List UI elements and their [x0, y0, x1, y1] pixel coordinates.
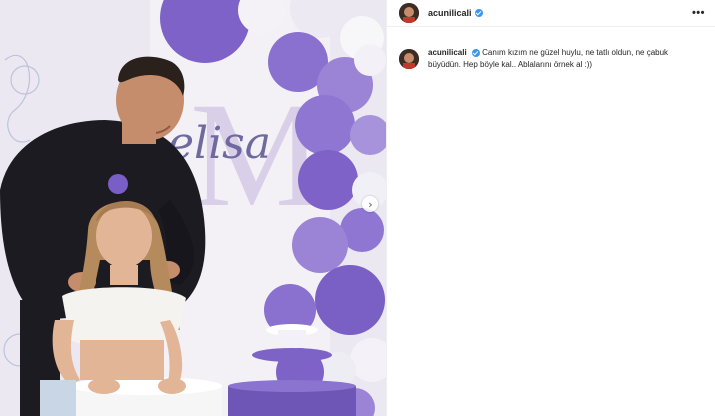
photo-scene: M elisa: [0, 0, 386, 416]
caption-username[interactable]: acunilicali: [428, 48, 467, 57]
post-photo[interactable]: M elisa ›: [0, 0, 386, 416]
post-sidebar: acunilicali ••• acunilicali Canım kızım …: [386, 0, 715, 416]
post-header: acunilicali •••: [387, 0, 715, 27]
caption-comment: acunilicali Canım kızım ne güzel huylu, …: [387, 27, 715, 71]
username-link[interactable]: acunilicali: [428, 8, 472, 18]
avatar[interactable]: [399, 3, 419, 23]
comment-avatar-image: [399, 49, 419, 69]
comment-avatar[interactable]: [399, 49, 419, 69]
caption-verified-badge-icon: [471, 48, 480, 57]
next-photo-button[interactable]: ›: [362, 196, 378, 212]
chevron-right-icon: ›: [368, 197, 373, 211]
instagram-post: M elisa › acunilicali ••• acunilicali Ca…: [0, 0, 715, 416]
caption-text-block: acunilicali Canım kızım ne güzel huylu, …: [428, 47, 698, 71]
verified-badge-icon: [474, 9, 483, 17]
more-horizontal-icon[interactable]: •••: [692, 7, 705, 19]
avatar-image: [399, 3, 419, 23]
